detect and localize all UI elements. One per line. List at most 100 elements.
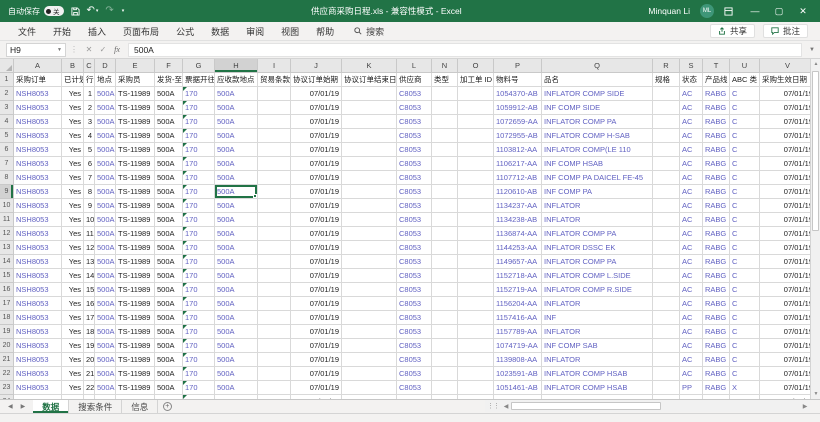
row-header-5[interactable]: 5 <box>0 129 14 143</box>
cell-S13[interactable]: AC <box>680 241 703 255</box>
cell-L15[interactable]: C8053 <box>397 269 432 283</box>
cell-A20[interactable]: NSH8053 <box>14 339 62 353</box>
cell-F8[interactable]: 500A <box>155 171 183 185</box>
cell-L11[interactable]: C8053 <box>397 213 432 227</box>
column-header-T[interactable]: T <box>703 59 730 73</box>
cell-B16[interactable]: Yes <box>62 283 84 297</box>
fill-handle[interactable] <box>253 194 257 198</box>
cell-L3[interactable]: C8053 <box>397 101 432 115</box>
header-cell-B1[interactable]: 已计划 <box>62 73 84 87</box>
cell-D4[interactable]: 500A <box>95 115 116 129</box>
cell-D3[interactable]: 500A <box>95 101 116 115</box>
cell-B5[interactable]: Yes <box>62 129 84 143</box>
cell-B4[interactable]: Yes <box>62 115 84 129</box>
menu-tab-insert[interactable]: 插入 <box>88 25 106 38</box>
cell-J4[interactable]: 07/01/19 <box>291 115 342 129</box>
maximize-button[interactable]: ▢ <box>772 6 786 17</box>
cell-E21[interactable]: TS-11989 <box>116 353 155 367</box>
cell-K14[interactable] <box>342 255 397 269</box>
cell-T19[interactable]: RABG <box>703 325 730 339</box>
cell-L18[interactable]: C8053 <box>397 311 432 325</box>
cell-R22[interactable] <box>653 367 680 381</box>
cell-B15[interactable]: Yes <box>62 269 84 283</box>
cell-A14[interactable]: NSH8053 <box>14 255 62 269</box>
cell-D2[interactable]: 500A <box>95 87 116 101</box>
cell-H11[interactable]: 500A <box>215 213 258 227</box>
cell-O11[interactable] <box>458 213 494 227</box>
cell-J18[interactable]: 07/01/19 <box>291 311 342 325</box>
cell-T23[interactable]: RABG <box>703 381 730 395</box>
cell-B8[interactable]: Yes <box>62 171 84 185</box>
cell-R4[interactable] <box>653 115 680 129</box>
cell-T16[interactable]: RABG <box>703 283 730 297</box>
cell-S9[interactable]: AC <box>680 185 703 199</box>
cell-D9[interactable]: 500A <box>95 185 116 199</box>
cell-C14[interactable]: 13 <box>84 255 95 269</box>
column-header-K[interactable]: K <box>342 59 397 73</box>
cell-D16[interactable]: 500A <box>95 283 116 297</box>
cell-S12[interactable]: AC <box>680 227 703 241</box>
row-header-18[interactable]: 18 <box>0 311 14 325</box>
cell-N19[interactable] <box>432 325 458 339</box>
cell-F4[interactable]: 500A <box>155 115 183 129</box>
cell-Q12[interactable]: INFLATOR COMP PA <box>542 227 653 241</box>
header-cell-H1[interactable]: 应收款地点 <box>215 73 258 87</box>
redo-button[interactable]: ↷ <box>105 6 113 16</box>
cell-U22[interactable]: C <box>730 367 760 381</box>
cell-V17[interactable]: 07/01/19 <box>760 297 810 311</box>
cell-A3[interactable]: NSH8053 <box>14 101 62 115</box>
cell-N23[interactable] <box>432 381 458 395</box>
new-sheet-button[interactable]: + <box>158 400 176 413</box>
cell-G6[interactable]: 170 <box>183 143 215 157</box>
cell-E13[interactable]: TS-11989 <box>116 241 155 255</box>
cell-K13[interactable] <box>342 241 397 255</box>
cell-R5[interactable] <box>653 129 680 143</box>
cell-D5[interactable]: 500A <box>95 129 116 143</box>
cell-E16[interactable]: TS-11989 <box>116 283 155 297</box>
cell-J19[interactable]: 07/01/19 <box>291 325 342 339</box>
cell-Q15[interactable]: INFLATOR COMP L.SIDE <box>542 269 653 283</box>
select-all-button[interactable] <box>0 59 14 73</box>
cell-D15[interactable]: 500A <box>95 269 116 283</box>
cell-H21[interactable]: 500A <box>215 353 258 367</box>
cell-I4[interactable] <box>258 115 291 129</box>
cell-G23[interactable]: 170 <box>183 381 215 395</box>
cell-A7[interactable]: NSH8053 <box>14 157 62 171</box>
cell-E20[interactable]: TS-11989 <box>116 339 155 353</box>
cell-R9[interactable] <box>653 185 680 199</box>
cell-H7[interactable]: 500A <box>215 157 258 171</box>
cell-B6[interactable]: Yes <box>62 143 84 157</box>
cell-U21[interactable]: C <box>730 353 760 367</box>
formula-input[interactable]: 500A <box>128 43 802 57</box>
cell-F12[interactable]: 500A <box>155 227 183 241</box>
cell-P5[interactable]: 1072955-AB <box>494 129 542 143</box>
cell-T17[interactable]: RABG <box>703 297 730 311</box>
cell-O16[interactable] <box>458 283 494 297</box>
cell-J6[interactable]: 07/01/19 <box>291 143 342 157</box>
row-header-7[interactable]: 7 <box>0 157 14 171</box>
cell-P6[interactable]: 1103812-AA <box>494 143 542 157</box>
cell-C19[interactable]: 18 <box>84 325 95 339</box>
row-header-19[interactable]: 19 <box>0 325 14 339</box>
row-header-6[interactable]: 6 <box>0 143 14 157</box>
cell-U15[interactable]: C <box>730 269 760 283</box>
cell-B2[interactable]: Yes <box>62 87 84 101</box>
cell-H2[interactable]: 500A <box>215 87 258 101</box>
cell-C12[interactable]: 11 <box>84 227 95 241</box>
cell-P7[interactable]: 1106217-AA <box>494 157 542 171</box>
header-cell-Q1[interactable]: 品名 <box>542 73 653 87</box>
cell-F13[interactable]: 500A <box>155 241 183 255</box>
menu-tab-formulas[interactable]: 公式 <box>176 25 194 38</box>
undo-button[interactable]: ↶▾ <box>87 6 99 16</box>
row-header-12[interactable]: 12 <box>0 227 14 241</box>
cell-T22[interactable]: RABG <box>703 367 730 381</box>
cell-P19[interactable]: 1157789-AA <box>494 325 542 339</box>
cell-V23[interactable]: 07/01/19 <box>760 381 810 395</box>
cell-O9[interactable] <box>458 185 494 199</box>
cell-N3[interactable] <box>432 101 458 115</box>
cell-O14[interactable] <box>458 255 494 269</box>
cell-S6[interactable]: AC <box>680 143 703 157</box>
cell-L9[interactable]: C8053 <box>397 185 432 199</box>
cell-O13[interactable] <box>458 241 494 255</box>
column-header-G[interactable]: G <box>183 59 215 73</box>
